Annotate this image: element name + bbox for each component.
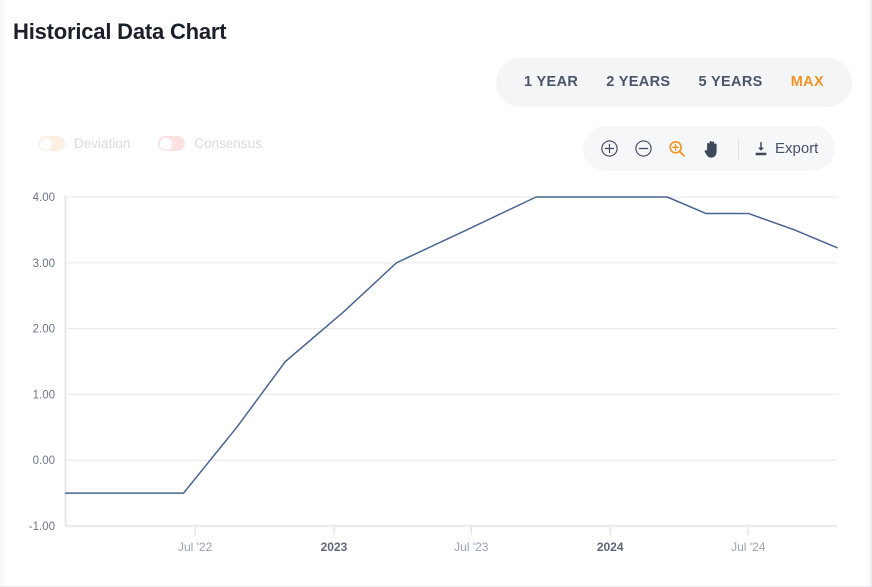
chart-panel: Historical Data Chart 1 YEAR2 YEARS5 YEA… [0, 0, 872, 587]
range-button-2-years[interactable]: 2 YEARS [592, 58, 684, 107]
export-label: Export [775, 140, 818, 157]
toolbar-divider [738, 138, 739, 160]
line-chart[interactable]: 4.003.002.001.000.00-1.00 Jul '222023Jul… [0, 180, 872, 587]
x-axis-tick-label: 2023 [321, 540, 348, 554]
y-axis-tick-label: 0.00 [33, 455, 55, 467]
zoom-out-circle-icon[interactable] [628, 134, 658, 164]
range-button-max[interactable]: MAX [777, 58, 838, 107]
toggle-switch-consensus[interactable] [158, 136, 185, 151]
toggle-knob [160, 138, 172, 150]
y-axis-tick-label: 2.00 [33, 324, 55, 336]
grid-lines [66, 197, 838, 526]
chart-area[interactable]: 4.003.002.001.000.00-1.00 Jul '222023Jul… [0, 180, 872, 587]
toggle-knob [40, 138, 52, 150]
page-title: Historical Data Chart [13, 19, 226, 45]
plus-circle-icon [600, 139, 619, 158]
y-axis-tick-labels: 4.00 3.00 2.00 1.00 0.00 -1.00 [29, 192, 55, 533]
zoom-select-icon[interactable] [662, 134, 692, 164]
zoom-in-circle-icon[interactable] [594, 134, 624, 164]
hand-icon [702, 139, 721, 159]
chart-legend: Deviation Consensus [38, 136, 262, 151]
legend-item-consensus[interactable]: Consensus [158, 136, 262, 151]
chart-toolbar: Export [583, 126, 835, 171]
magnifier-plus-icon [667, 139, 687, 159]
download-icon [753, 141, 769, 157]
x-axis-tick-marks [195, 526, 748, 535]
x-axis-tick-label: Jul '24 [731, 540, 766, 554]
range-button-1-year[interactable]: 1 YEAR [510, 58, 592, 107]
x-axis-tick-labels: Jul '22 2023 Jul '23 2024 Jul '24 [178, 540, 766, 554]
pan-hand-icon[interactable] [696, 134, 726, 164]
minus-circle-icon [634, 139, 653, 158]
x-axis-tick-label: Jul '23 [454, 540, 489, 554]
y-axis-tick-label: 3.00 [33, 258, 55, 270]
legend-label: Deviation [74, 136, 130, 151]
legend-item-deviation[interactable]: Deviation [38, 136, 130, 151]
toggle-switch-deviation[interactable] [38, 136, 65, 151]
data-series-line [66, 197, 838, 493]
y-axis-tick-label: -1.00 [29, 521, 55, 533]
range-selector: 1 YEAR2 YEARS5 YEARSMAX [496, 58, 852, 107]
export-button[interactable]: Export [751, 140, 824, 157]
legend-label: Consensus [194, 136, 262, 151]
x-axis-tick-label: 2024 [597, 540, 624, 554]
range-button-5-years[interactable]: 5 YEARS [684, 58, 776, 107]
y-axis-tick-label: 4.00 [33, 192, 55, 204]
x-axis-tick-label: Jul '22 [178, 540, 213, 554]
y-axis-tick-label: 1.00 [33, 389, 55, 401]
